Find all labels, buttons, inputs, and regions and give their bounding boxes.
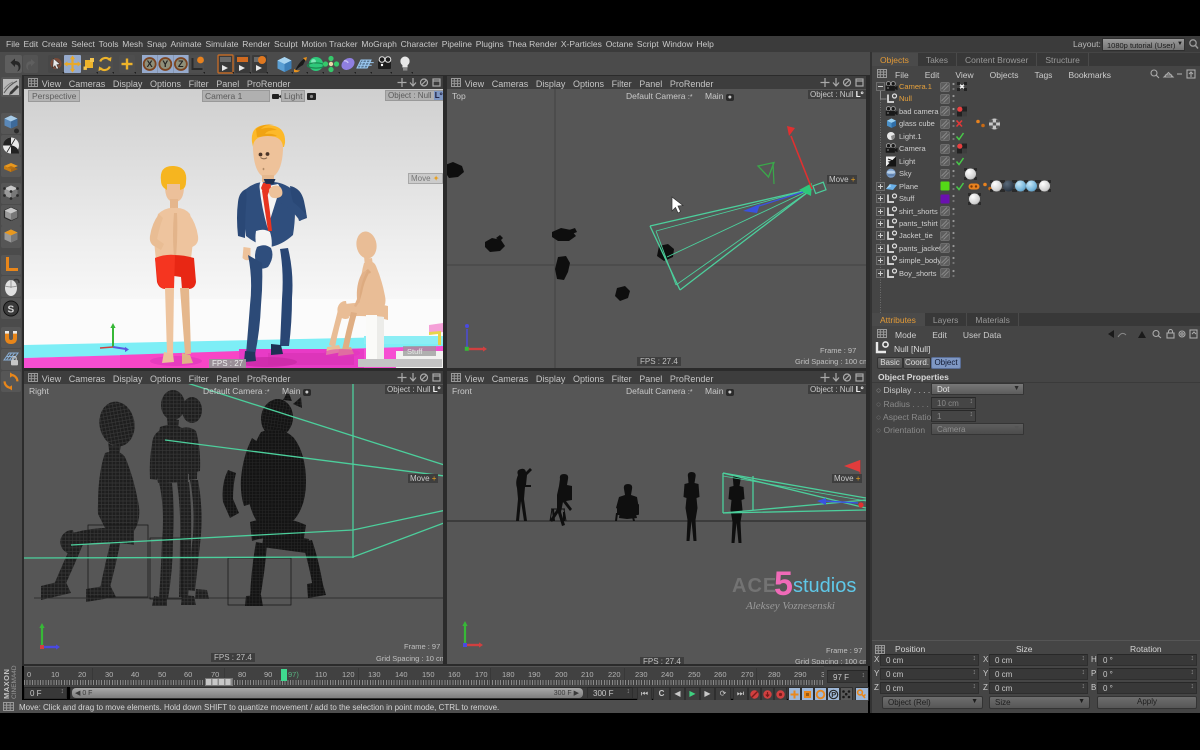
svg-text:Aleksey Voznesenski: Aleksey Voznesenski bbox=[745, 600, 835, 612]
svg-text:ACE: ACE bbox=[732, 575, 777, 597]
svg-text:studios: studios bbox=[793, 575, 856, 597]
svg-text:Stuff: Stuff bbox=[407, 347, 423, 356]
svg-text:P: P bbox=[831, 690, 836, 699]
svg-text:X: X bbox=[147, 59, 153, 69]
svg-text:5: 5 bbox=[774, 565, 793, 603]
svg-text:S: S bbox=[8, 305, 15, 316]
svg-text:Y: Y bbox=[162, 59, 168, 69]
svg-text:Z: Z bbox=[178, 59, 184, 69]
